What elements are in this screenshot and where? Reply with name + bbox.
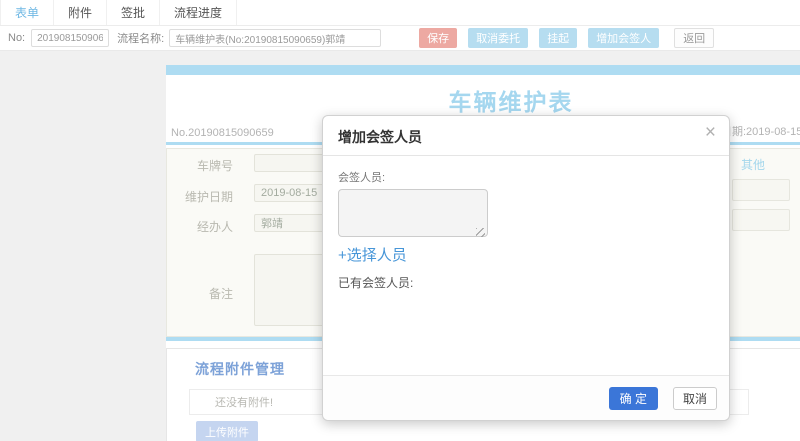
cancel-delegate-button[interactable]: 取消委托	[468, 28, 529, 48]
no-label: No:	[8, 32, 26, 44]
tab-bar: 表单 附件 签批 流程进度	[0, 0, 800, 26]
form-number-text: No.20190815090659	[171, 127, 274, 139]
right-column-input[interactable]	[732, 179, 790, 201]
modal-body: 会签人员: +选择人员 已有会签人员:	[323, 156, 729, 291]
confirm-button[interactable]: 确 定	[608, 386, 658, 410]
existing-countersign-label: 已有会签人员:	[338, 276, 414, 290]
process-name-label: 流程名称:	[117, 33, 165, 45]
tab-form[interactable]: 表单	[0, 0, 55, 25]
save-button[interactable]: 保存	[419, 28, 458, 48]
no-input[interactable]	[31, 29, 110, 47]
maintain-date-label: 维护日期	[184, 190, 233, 204]
back-button[interactable]: 返回	[674, 28, 715, 48]
countersign-person-label: 会签人员:	[338, 172, 386, 184]
cancel-button[interactable]: 取消	[672, 386, 717, 410]
toolbar: No: 流程名称: 保存 取消委托 挂起 增加会签人 返回	[0, 26, 800, 51]
countersign-person-textarea[interactable]	[338, 189, 488, 237]
modal-title: 增加会签人员	[338, 129, 422, 145]
close-icon[interactable]: ×	[705, 123, 716, 142]
right-column-input[interactable]	[732, 209, 790, 231]
modal-header: 增加会签人员 ×	[323, 116, 729, 156]
select-person-link[interactable]: +选择人员	[338, 244, 407, 265]
add-countersign-modal: 增加会签人员 × 会签人员: +选择人员 已有会签人员: 确 定 取消	[322, 115, 730, 421]
countersign-textarea-wrap	[338, 189, 488, 242]
page-title: 车辆维护表	[448, 89, 574, 115]
tab-attachment[interactable]: 附件	[54, 0, 108, 25]
attachments-heading: 流程附件管理	[195, 361, 285, 377]
remark-label: 备注	[208, 287, 233, 301]
handler-label: 经办人	[196, 220, 233, 234]
tab-process-progress[interactable]: 流程进度	[160, 0, 238, 25]
panel-top-accent-bar	[166, 65, 800, 75]
other-link[interactable]: 其他	[741, 156, 765, 173]
tab-sign-approve[interactable]: 签批	[107, 0, 161, 25]
modal-footer: 确 定 取消	[323, 375, 729, 420]
plate-label: 车牌号	[196, 159, 233, 173]
app-root: 表单 附件 签批 流程进度 No: 流程名称: 保存 取消委托 挂起 增加会签人…	[0, 0, 800, 441]
add-countersign-button[interactable]: 增加会签人	[588, 28, 660, 48]
process-name-input[interactable]	[169, 29, 382, 47]
suspend-button[interactable]: 挂起	[539, 28, 578, 48]
upload-attachment-button[interactable]: 上传附件	[196, 421, 258, 441]
